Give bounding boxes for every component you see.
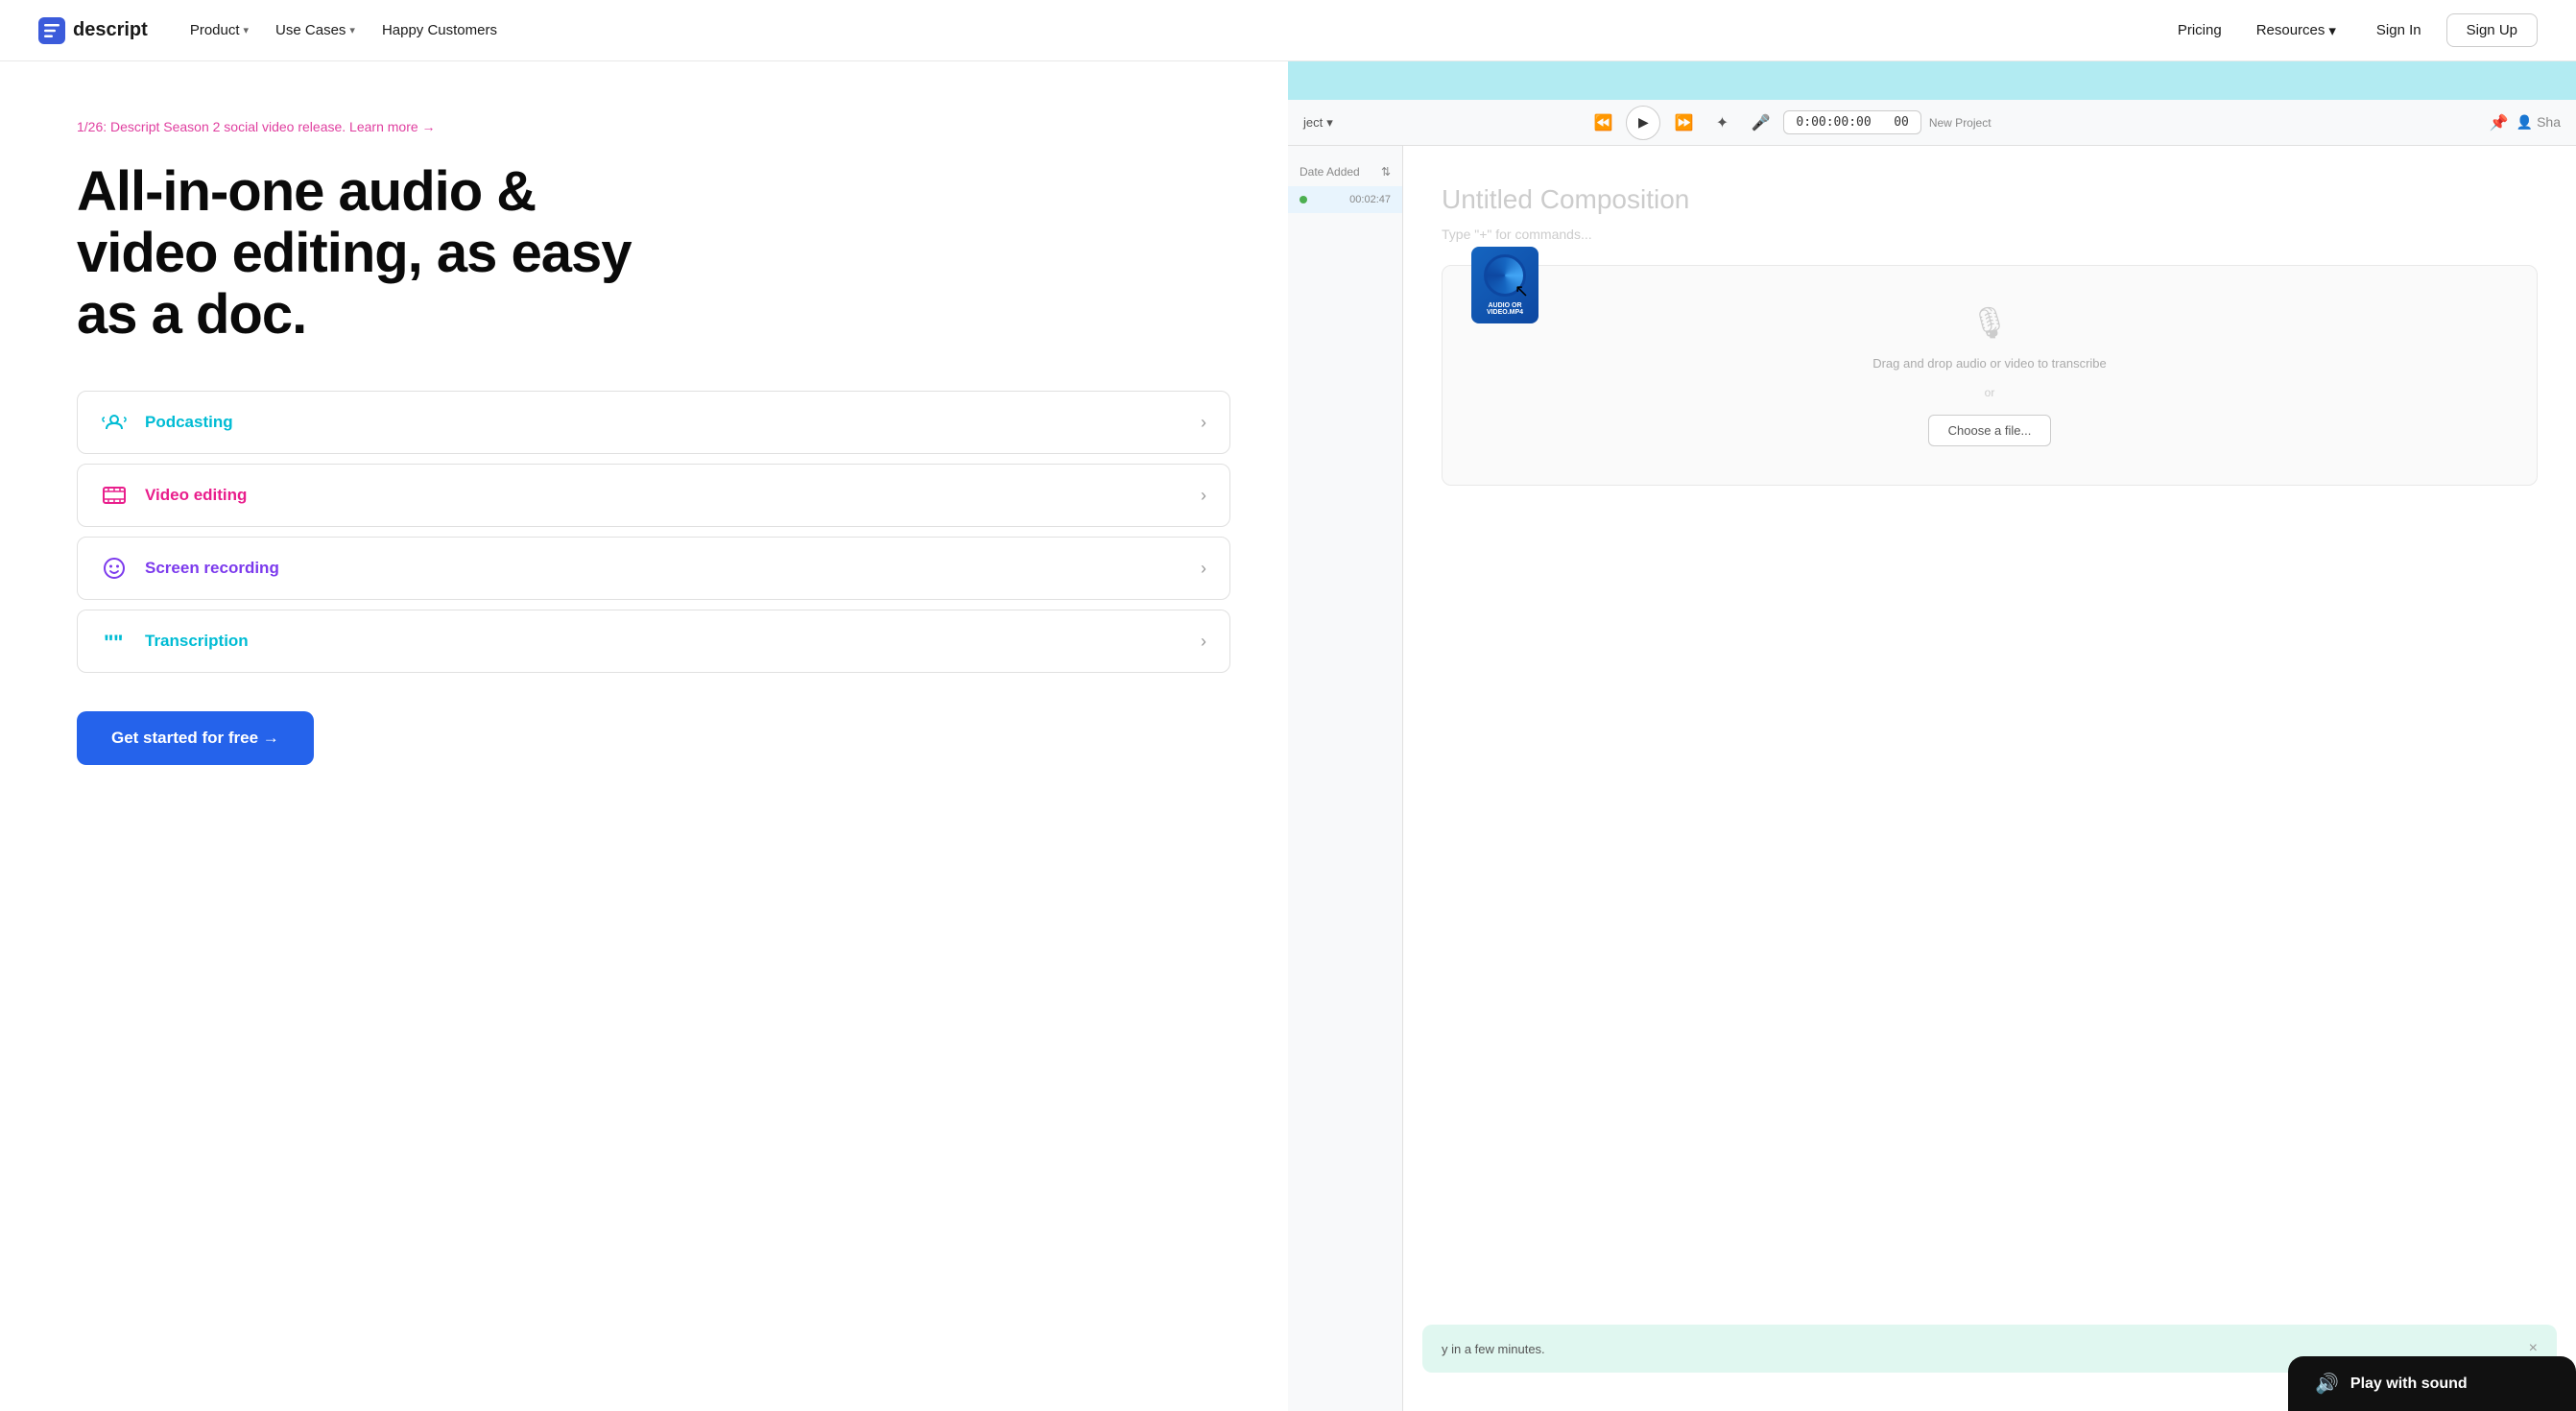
composition-hint: Type "+" for commands...	[1442, 227, 2538, 242]
logo-text: descript	[73, 19, 148, 41]
transcription-label: Transcription	[145, 632, 249, 651]
composition-title: Untitled Composition	[1442, 184, 2538, 215]
choose-file-button[interactable]: Choose a file...	[1928, 415, 2052, 446]
dialog-close-button[interactable]: ×	[2529, 1340, 2538, 1357]
svg-text:": "	[113, 631, 123, 654]
smiley-icon	[101, 555, 128, 582]
feature-item-video-editing[interactable]: Video editing ›	[77, 464, 1230, 527]
video-editing-label: Video editing	[145, 486, 247, 505]
signup-button[interactable]: Sign Up	[2446, 13, 2538, 47]
podcasting-chevron-icon: ›	[1201, 413, 1206, 433]
feature-list: Podcasting ›	[77, 391, 1230, 673]
nav-right-links: Pricing Resources ▾	[2162, 14, 2351, 47]
hero-title: All-in-one audio & video editing, as eas…	[77, 161, 1230, 345]
logo[interactable]: descript	[38, 17, 148, 44]
nav-pricing[interactable]: Pricing	[2162, 14, 2237, 46]
nav-right: Pricing Resources ▾ Sign In Sign Up	[2162, 13, 2538, 47]
transcription-chevron-icon: ›	[1201, 632, 1206, 652]
nav-happy-customers[interactable]: Happy Customers	[370, 14, 509, 46]
cta-button[interactable]: Get started for free →	[77, 711, 314, 765]
use-cases-chevron-icon: ▾	[349, 24, 355, 36]
sound-icon: 🔊	[2315, 1372, 2339, 1396]
date-added-header: Date Added ⇅	[1288, 157, 1402, 186]
drag-drop-text: Drag and drop audio or video to transcri…	[1872, 356, 2107, 371]
dragged-file: AUDIO OR VIDEO.MP4 ↖	[1471, 247, 1538, 323]
navigation: descript Product ▾ Use Cases ▾ Happy Cus…	[0, 0, 2576, 61]
nav-resources[interactable]: Resources ▾	[2241, 14, 2351, 47]
play-with-sound-bar[interactable]: 🔊 Play with sound	[2288, 1356, 2576, 1411]
toolbar-project: ject ▾	[1303, 115, 1333, 131]
cursor-icon: ↖	[1515, 281, 1529, 301]
resources-chevron-icon: ▾	[2328, 22, 2336, 39]
play-sound-label: Play with sound	[2350, 1375, 2468, 1393]
screen-recording-label: Screen recording	[145, 559, 279, 578]
product-chevron-icon: ▾	[244, 24, 250, 36]
app-content: Untitled Composition Type "+" for comman…	[1403, 146, 2576, 1411]
drop-zone[interactable]: AUDIO OR VIDEO.MP4 ↖ 🎙 Drag and drop aud…	[1442, 265, 2538, 486]
effects-button[interactable]: ✦	[1706, 108, 1737, 138]
sidebar-media-item[interactable]: 00:02:47	[1288, 186, 1402, 213]
active-dot	[1300, 196, 1307, 203]
film-icon	[101, 482, 128, 509]
timer-display: 0:00:00:00 00	[1783, 110, 1920, 134]
pin-icon: 📌	[2490, 113, 2509, 132]
mic-button[interactable]: 🎤	[1745, 108, 1776, 138]
feature-item-transcription[interactable]: " " Transcription ›	[77, 610, 1230, 673]
rewind-button[interactable]: ⏪	[1587, 108, 1618, 138]
cyan-accent-bar	[1288, 61, 2576, 100]
microphone-icon: 🎙	[1970, 304, 2010, 341]
toolbar-right: 📌 👤 Sha	[2490, 113, 2561, 132]
nav-links: Product ▾ Use Cases ▾ Happy Customers	[179, 14, 509, 46]
nav-use-cases[interactable]: Use Cases ▾	[264, 14, 367, 46]
nav-left: descript Product ▾ Use Cases ▾ Happy Cus…	[38, 14, 509, 46]
app-toolbar: ject ▾ ⏪ ▶ ⏩ ✦ 🎤 0:00:00:00 00 New Proje…	[1288, 100, 2576, 146]
file-label-text: AUDIO OR VIDEO.MP4	[1479, 302, 1531, 316]
podcast-icon	[101, 409, 128, 436]
composition-area: Untitled Composition Type "+" for comman…	[1403, 146, 2576, 1411]
svg-text:": "	[104, 631, 113, 654]
app-body: Date Added ⇅ 00:02:47 Untitled Compositi…	[1288, 146, 2576, 1411]
project-dropdown-icon: ▾	[1326, 115, 1333, 131]
feature-item-screen-recording[interactable]: Screen recording ›	[77, 537, 1230, 600]
video-editing-chevron-icon: ›	[1201, 486, 1206, 506]
fast-forward-button[interactable]: ⏩	[1668, 108, 1699, 138]
dialog-text: y in a few minutes.	[1442, 1342, 1545, 1356]
main-container: 1/26: Descript Season 2 social video rel…	[0, 61, 2576, 1411]
descript-logo-icon	[38, 17, 65, 44]
podcasting-label: Podcasting	[145, 413, 233, 432]
sort-icon: ⇅	[1381, 165, 1391, 179]
new-project-label: New Project	[1929, 116, 1992, 130]
feature-item-podcasting[interactable]: Podcasting ›	[77, 391, 1230, 454]
left-panel: 1/26: Descript Season 2 social video rel…	[0, 61, 1288, 1411]
right-panel: ject ▾ ⏪ ▶ ⏩ ✦ 🎤 0:00:00:00 00 New Proje…	[1288, 61, 2576, 1411]
screen-recording-chevron-icon: ›	[1201, 559, 1206, 579]
signin-button[interactable]: Sign In	[2359, 14, 2439, 46]
toolbar-controls: ⏪ ▶ ⏩ ✦ 🎤 0:00:00:00 00 New Project	[1587, 106, 1991, 140]
nav-product[interactable]: Product ▾	[179, 14, 260, 46]
announcement-banner[interactable]: 1/26: Descript Season 2 social video rel…	[77, 119, 1230, 134]
play-button[interactable]: ▶	[1626, 106, 1660, 140]
app-sidebar: Date Added ⇅ 00:02:47	[1288, 146, 1403, 1411]
quote-icon: " "	[101, 628, 128, 655]
or-divider: or	[1985, 386, 1995, 399]
app-mockup: ject ▾ ⏪ ▶ ⏩ ✦ 🎤 0:00:00:00 00 New Proje…	[1288, 61, 2576, 1411]
user-icon: 👤 Sha	[2516, 114, 2561, 131]
